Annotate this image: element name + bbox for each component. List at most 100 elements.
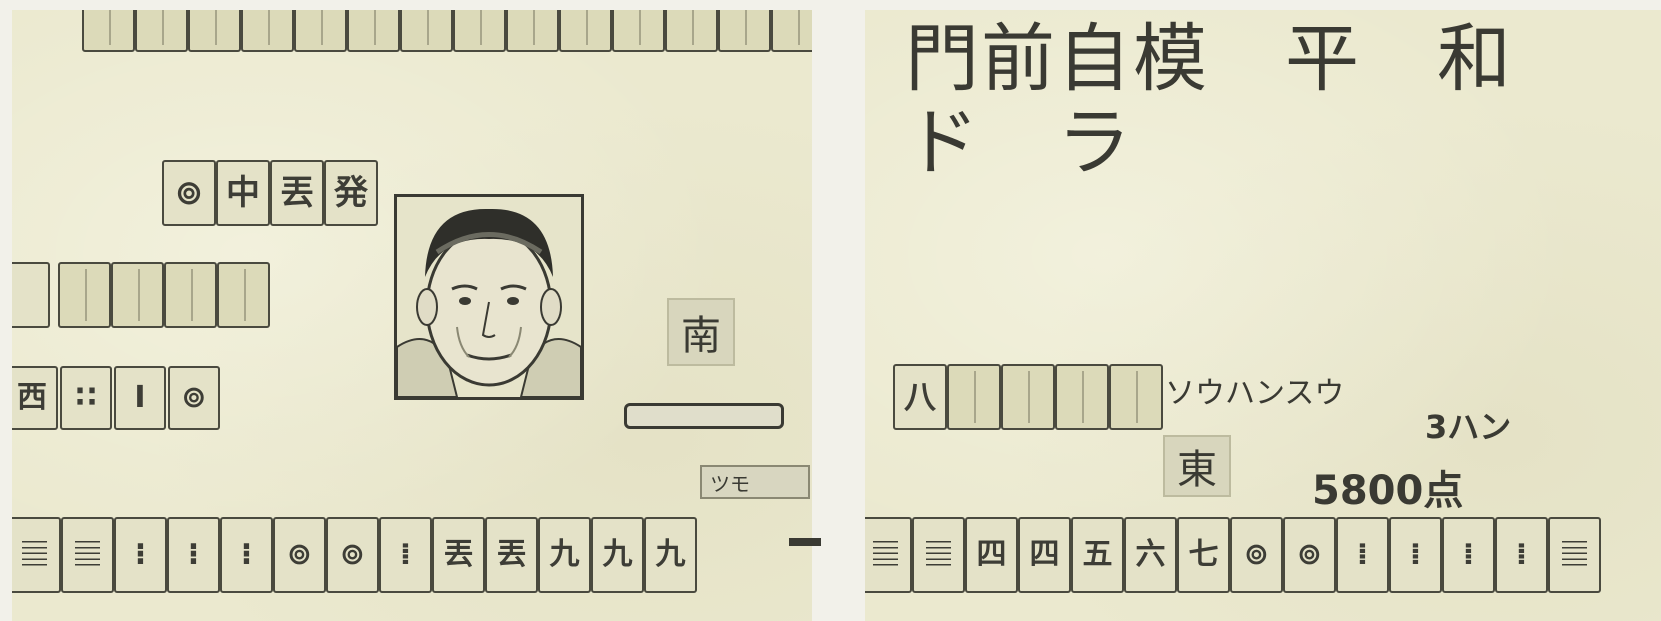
opponent-tile[interactable] xyxy=(665,10,718,52)
winning-hand-tile[interactable]: 七 xyxy=(1177,517,1230,593)
winning-hand-tile[interactable]: 𝄚 xyxy=(912,517,965,593)
opponent-tile[interactable] xyxy=(400,10,453,52)
discard-tile[interactable]: ⊚ xyxy=(162,160,216,226)
han-count: 3ハン xyxy=(1425,408,1512,446)
opponent-tile[interactable] xyxy=(559,10,612,52)
winning-meld-tile-label: 八 xyxy=(903,378,936,416)
hand-tile[interactable]: 九 xyxy=(644,517,697,593)
hand-tile[interactable]: ⁝ xyxy=(167,517,220,593)
game-table-panel: 南 ツモ ⊚ 中丟発西 ∷ I ⊚ 𝄚 𝄚 ⁝ ⁝ ⁝ ⊚ ⊚ ⁞ 丟丟九九九 xyxy=(12,10,812,621)
meld-tile-back[interactable] xyxy=(164,262,217,328)
discard-tile-label: 丟 xyxy=(280,173,314,213)
discard-tile[interactable]: 中 xyxy=(216,160,270,226)
hand-tile-label: ⊚ xyxy=(339,537,366,572)
left-meld-tile-label: ∷ xyxy=(75,380,97,415)
opponent-tile[interactable] xyxy=(453,10,506,52)
hand-tile[interactable]: 𝄚 xyxy=(12,517,61,593)
meld-tile-char[interactable] xyxy=(12,262,50,328)
meld-tile-back[interactable] xyxy=(58,262,111,328)
hand-tile-label: 𝄚 xyxy=(75,537,100,572)
winning-hand-tile[interactable]: 𝄚 xyxy=(1548,517,1601,593)
hand-tile-label: ⁝ xyxy=(240,537,253,572)
winning-hand-tile[interactable]: 六 xyxy=(1124,517,1177,593)
yaku-line-1: 門前自模 平 和 xyxy=(905,16,1513,102)
winning-hand-tile-label: 𝄚 xyxy=(873,537,898,572)
winning-hand-tile[interactable]: 四 xyxy=(1018,517,1071,593)
hand-tile-label: 九 xyxy=(549,537,580,572)
round-wind-label: 南 xyxy=(681,313,721,359)
winning-hand-tile-label: 七 xyxy=(1188,537,1219,572)
left-meld-tile-label: I xyxy=(134,380,146,415)
winning-hand-tile[interactable]: 𝄚 xyxy=(865,517,912,593)
hand-tile-label: 𝄚 xyxy=(22,537,47,572)
winning-meld-tile[interactable] xyxy=(947,364,1001,430)
opponent-tile[interactable] xyxy=(771,10,812,52)
points-value: 5800点 xyxy=(1312,468,1464,514)
hand-tile[interactable]: 九 xyxy=(591,517,644,593)
winning-hand-tile-label: ⁞ xyxy=(1356,537,1369,572)
yaku-line-2: ド ラ xyxy=(905,100,1133,186)
opponent-tile[interactable] xyxy=(241,10,294,52)
round-wind-indicator: 南 xyxy=(667,298,735,366)
panel-separator xyxy=(789,538,821,546)
winning-meld-tile[interactable]: 八 xyxy=(893,364,947,430)
winning-hand-tile[interactable]: ⊚ xyxy=(1230,517,1283,593)
hand-tile-label: ⊚ xyxy=(286,537,313,572)
winning-hand-tile[interactable]: ⁞ xyxy=(1495,517,1548,593)
discard-tile[interactable]: 丟 xyxy=(270,160,324,226)
left-meld-tile[interactable]: 西 xyxy=(12,366,58,430)
total-han-label: ソウハンスウ xyxy=(1165,376,1345,411)
hand-tile[interactable]: 九 xyxy=(538,517,591,593)
winning-hand-tile[interactable]: ⊚ xyxy=(1283,517,1336,593)
winning-hand-tile-label: 四 xyxy=(1029,537,1060,572)
winning-hand-tile-label: 𝄚 xyxy=(1562,537,1587,572)
tsumo-label: ツモ xyxy=(710,471,750,496)
winning-hand-tile-label: ⁞ xyxy=(1462,537,1475,572)
hand-tile[interactable]: 丟 xyxy=(432,517,485,593)
winning-hand-tile-label: 五 xyxy=(1082,537,1113,572)
hand-tile[interactable]: ⊚ xyxy=(326,517,379,593)
left-meld-tile-label: 西 xyxy=(17,380,47,415)
hand-tile[interactable]: 𝄚 xyxy=(61,517,114,593)
hand-tile[interactable]: ⁞ xyxy=(379,517,432,593)
winning-meld-tile[interactable] xyxy=(1109,364,1163,430)
left-meld-tile-label: ⊚ xyxy=(181,380,207,415)
hand-tile-label: 丟 xyxy=(496,537,527,572)
meld-tile-back[interactable] xyxy=(111,262,164,328)
winning-meld-tile[interactable] xyxy=(1055,364,1109,430)
opponent-tile[interactable] xyxy=(135,10,188,52)
left-meld-tile[interactable]: ∷ xyxy=(60,366,112,430)
winning-hand-tile[interactable]: ⁞ xyxy=(1442,517,1495,593)
win-result-panel: 門前自模 平 和 ド ラ ソウハンスウ 3ハン 東 5800点 八 𝄚 𝄚 四四五六七… xyxy=(865,10,1661,621)
opponent-tile[interactable] xyxy=(612,10,665,52)
winning-hand-tile[interactable]: ⁞ xyxy=(1389,517,1442,593)
hand-tile[interactable]: ⊚ xyxy=(273,517,326,593)
meld-tile-back[interactable] xyxy=(217,262,270,328)
opponent-portrait xyxy=(394,194,584,400)
left-meld-tile[interactable]: I xyxy=(114,366,166,430)
winning-meld-tile[interactable] xyxy=(1001,364,1055,430)
tsumo-button[interactable]: ツモ xyxy=(700,465,810,499)
winning-hand-tile[interactable]: 五 xyxy=(1071,517,1124,593)
opponent-tile[interactable] xyxy=(347,10,400,52)
discard-tile[interactable]: 発 xyxy=(324,160,378,226)
opponent-tile[interactable] xyxy=(188,10,241,52)
hand-tile[interactable]: 丟 xyxy=(485,517,538,593)
hand-tile[interactable]: ⁝ xyxy=(114,517,167,593)
hand-tile[interactable]: ⁝ xyxy=(220,517,273,593)
winning-hand-tile-label: 𝄚 xyxy=(926,537,951,572)
hand-tile-label: ⁞ xyxy=(399,537,412,572)
opponent-tile[interactable] xyxy=(294,10,347,52)
opponent-tile[interactable] xyxy=(82,10,135,52)
opponent-tile[interactable] xyxy=(506,10,559,52)
opponent-tile[interactable] xyxy=(718,10,771,52)
winning-hand-tile-label: 六 xyxy=(1135,537,1166,572)
discard-tile-label: 中 xyxy=(226,173,260,213)
opponent-face-image xyxy=(397,197,581,397)
winning-hand-tile[interactable]: ⁞ xyxy=(1336,517,1389,593)
left-meld-tile[interactable]: ⊚ xyxy=(168,366,220,430)
status-bar xyxy=(624,403,784,429)
hand-tile-label: ⁝ xyxy=(187,537,200,572)
winning-hand-tile[interactable]: 四 xyxy=(965,517,1018,593)
hand-tile-label: 九 xyxy=(602,537,633,572)
